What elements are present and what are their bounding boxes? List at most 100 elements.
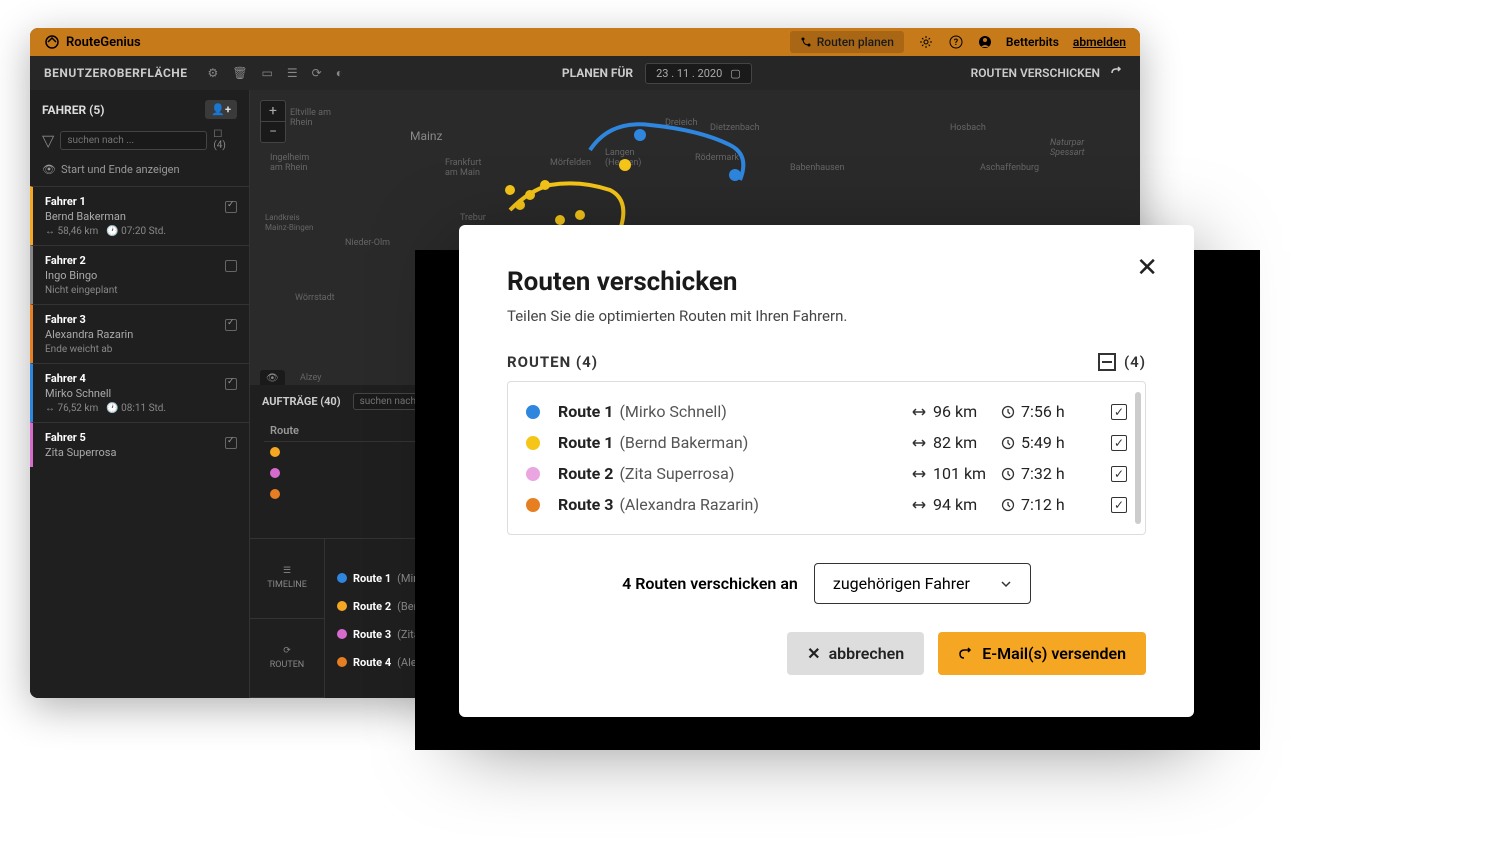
driver-item[interactable]: Fahrer 4Mirko Schnell↔ 76,52 km🕐 08:11 S… <box>30 363 249 422</box>
route-checkbox[interactable] <box>1111 497 1127 513</box>
svg-text:Rhein: Rhein <box>290 118 312 128</box>
svg-text:?: ? <box>954 38 959 48</box>
date-picker[interactable]: 23 . 11 . 2020 ▢ <box>645 63 752 84</box>
svg-text:Babenhausen: Babenhausen <box>790 163 845 173</box>
plan-for-label: PLANEN FÜR <box>562 66 633 80</box>
brand-name: RouteGenius <box>66 35 141 50</box>
driver-checkbox[interactable] <box>225 201 237 213</box>
routes-header: ROUTEN (4) <box>507 353 598 371</box>
drivers-title: FAHRER (5) <box>42 103 104 117</box>
svg-text:Rödermark: Rödermark <box>695 153 739 163</box>
svg-text:Nieder-Olm: Nieder-Olm <box>345 238 390 248</box>
timeline-icon: ☰ <box>283 566 291 576</box>
route-row: Route 2(Zita Superrosa)101 km7:32 h <box>526 458 1127 489</box>
svg-text:Spessart: Spessart <box>1050 148 1085 158</box>
route-small-icon[interactable]: ⟳ <box>312 66 322 80</box>
route-icon <box>800 36 812 48</box>
routes-list: Route 1(Mirko Schnell)96 km7:56 hRoute 1… <box>507 381 1146 535</box>
send-icon <box>958 646 974 662</box>
modal-title: Routen verschicken <box>507 267 1146 297</box>
select-all-checkbox[interactable] <box>1098 353 1116 371</box>
svg-text:am Main: am Main <box>445 168 480 178</box>
topbar: RouteGenius Routen planen ? Betterbits a… <box>30 28 1140 56</box>
route-checkbox[interactable] <box>1111 404 1127 420</box>
list-icon[interactable]: ☰ <box>287 66 298 80</box>
theme-icon[interactable]: ◐ <box>336 66 343 80</box>
scrollbar[interactable] <box>1135 392 1141 524</box>
selected-count: (4) <box>1124 353 1146 371</box>
svg-text:Landkreis: Landkreis <box>265 213 300 222</box>
drivers-icon[interactable]: ⚙ <box>208 66 219 80</box>
svg-text:Hosbach: Hosbach <box>950 123 986 133</box>
brand-logo: RouteGenius <box>44 34 141 50</box>
settings-icon[interactable] <box>918 34 934 50</box>
driver-checkbox[interactable] <box>225 437 237 449</box>
route-color-dot <box>526 405 540 419</box>
send-routes-modal: ✕ Routen verschicken Teilen Sie die opti… <box>459 225 1194 717</box>
close-button[interactable]: ✕ <box>1136 253 1158 283</box>
tab-timeline[interactable]: ☰ TIMELINE <box>250 539 324 619</box>
add-driver-button[interactable]: 👤+ <box>205 100 237 119</box>
svg-text:Ingelheim: Ingelheim <box>270 153 309 163</box>
page-title: BENUTZEROBERFLÄCHE <box>44 66 188 80</box>
zoom-control: + − <box>260 100 286 143</box>
driver-item[interactable]: Fahrer 5Zita Superrosa <box>30 422 249 467</box>
svg-text:Mainz-Bingen: Mainz-Bingen <box>265 223 313 232</box>
route-checkbox[interactable] <box>1111 435 1127 451</box>
brand-icon <box>44 34 60 50</box>
zoom-out-button[interactable]: − <box>261 122 285 142</box>
svg-text:Frankfurt: Frankfurt <box>445 158 482 168</box>
svg-text:Aschaffenburg: Aschaffenburg <box>980 163 1039 173</box>
send-count-label: 4 Routen verschicken an <box>622 574 798 593</box>
svg-text:Wörrstadt: Wörrstadt <box>295 293 335 303</box>
route-row: Route 3(Alexandra Razarin)94 km7:12 h <box>526 489 1127 520</box>
svg-text:Mörfelden: Mörfelden <box>550 158 591 168</box>
eye-icon: 👁 <box>42 163 56 176</box>
share-icon[interactable] <box>1110 65 1126 81</box>
driver-search-input[interactable] <box>60 131 207 150</box>
svg-text:Mainz: Mainz <box>410 129 443 143</box>
subbar: BENUTZEROBERFLÄCHE ⚙ 🗑 ▭ ☰ ⟳ ◐ PLANEN FÜ… <box>30 56 1140 90</box>
map-icon[interactable]: ▭ <box>262 66 273 80</box>
recipient-select[interactable]: zugehörigen Fahrer <box>814 563 1031 604</box>
svg-text:Dietzenbach: Dietzenbach <box>710 123 760 133</box>
plan-routes-button[interactable]: Routen planen <box>790 31 904 53</box>
driver-checkbox[interactable] <box>225 260 237 272</box>
routes-icon: ⟳ <box>283 646 291 656</box>
route-row: Route 1(Mirko Schnell)96 km7:56 h <box>526 396 1127 427</box>
logout-link[interactable]: abmelden <box>1073 35 1126 49</box>
orders-title: AUFTRÄGE (40) <box>262 395 341 408</box>
route-color-dot <box>526 498 540 512</box>
filter-count: ☐ (4) <box>213 129 237 151</box>
driver-item[interactable]: Fahrer 2Ingo BingoNicht eingeplant <box>30 245 249 304</box>
tab-routen[interactable]: ⟳ ROUTEN <box>250 619 324 699</box>
driver-checkbox[interactable] <box>225 378 237 390</box>
svg-text:Naturpar: Naturpar <box>1050 138 1085 148</box>
close-icon: ✕ <box>807 644 820 663</box>
send-routes-label[interactable]: ROUTEN VERSCHICKEN <box>971 66 1100 80</box>
route-color-dot <box>526 436 540 450</box>
svg-text:Alzey: Alzey <box>300 373 322 383</box>
user-icon <box>978 35 992 49</box>
user-name: Betterbits <box>1006 35 1059 49</box>
cancel-button[interactable]: ✕ abbrechen <box>787 632 924 675</box>
svg-text:am Rhein: am Rhein <box>270 163 307 173</box>
route-checkbox[interactable] <box>1111 466 1127 482</box>
zoom-in-button[interactable]: + <box>261 101 285 122</box>
driver-item[interactable]: Fahrer 1Bernd Bakerman↔ 58,46 km🕐 07:20 … <box>30 186 249 245</box>
chevron-down-icon <box>1000 578 1012 590</box>
svg-text:Trebur: Trebur <box>460 213 486 223</box>
route-row: Route 1(Bernd Bakerman)82 km5:49 h <box>526 427 1127 458</box>
help-icon[interactable]: ? <box>948 34 964 50</box>
filter-icon[interactable]: ▽ <box>42 131 54 150</box>
svg-text:Eltville am: Eltville am <box>290 108 331 118</box>
trash-icon[interactable]: 🗑 <box>232 66 247 80</box>
route-color-dot <box>526 467 540 481</box>
driver-item[interactable]: Fahrer 3Alexandra RazarinEnde weicht ab <box>30 304 249 363</box>
modal-subtitle: Teilen Sie die optimierten Routen mit Ih… <box>507 307 1146 325</box>
calendar-icon: ▢ <box>730 67 740 80</box>
driver-checkbox[interactable] <box>225 319 237 331</box>
drivers-sidebar: FAHRER (5) 👤+ ▽ ☐ (4) 👁 Start und Ende a… <box>30 90 250 698</box>
send-email-button[interactable]: E-Mail(s) versenden <box>938 632 1146 675</box>
show-start-end-toggle[interactable]: 👁 Start und Ende anzeigen <box>30 159 249 186</box>
